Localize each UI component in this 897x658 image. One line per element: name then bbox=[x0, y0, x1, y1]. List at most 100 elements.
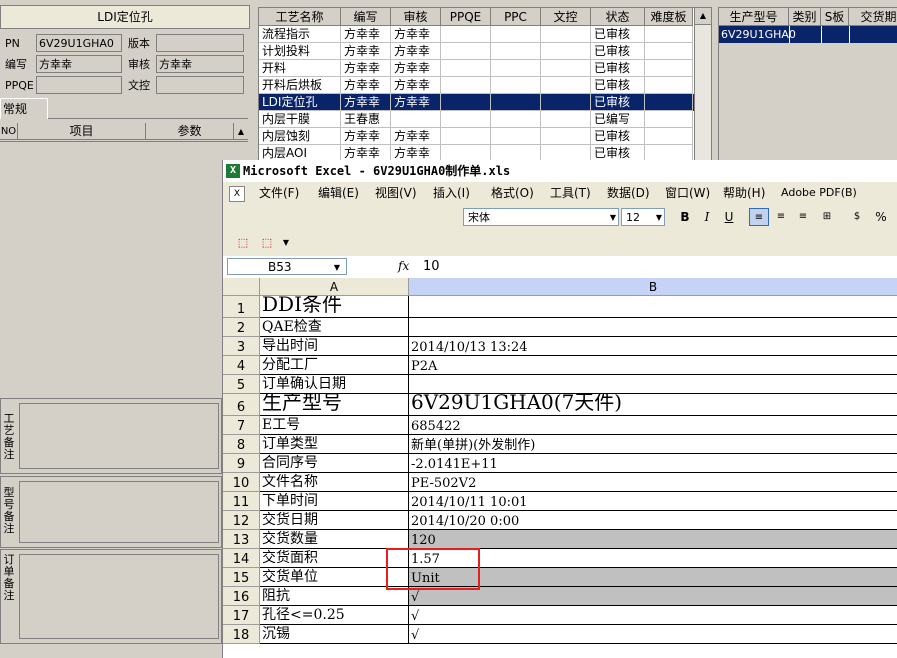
table-row[interactable]: 内层蚀刻 方幸幸 方幸幸 已审核 bbox=[259, 128, 711, 145]
param-grid-body[interactable] bbox=[0, 141, 248, 392]
table-row[interactable]: 流程指示 方幸幸 方幸幸 已审核 bbox=[259, 26, 711, 43]
row-number[interactable]: 11 bbox=[223, 492, 260, 511]
proc-col-ppc[interactable]: PPC bbox=[491, 8, 541, 26]
cell-b[interactable]: 685422 bbox=[409, 416, 897, 435]
cell-a[interactable]: QAE检查 bbox=[260, 318, 409, 337]
formula-input[interactable]: 10 bbox=[423, 259, 440, 274]
cell-b[interactable]: 1.57 bbox=[409, 549, 897, 568]
row-number[interactable]: 13 bbox=[223, 530, 260, 549]
table-row[interactable]: 内层干膜 王春惠 已编写 bbox=[259, 111, 711, 128]
chevron-down-icon[interactable]: ▼ bbox=[656, 209, 662, 227]
cell-b[interactable]: √ bbox=[409, 606, 897, 625]
row-number[interactable]: 4 bbox=[223, 356, 260, 375]
align-left-icon[interactable]: ≡ bbox=[749, 208, 769, 226]
cell-a[interactable]: 沉锡 bbox=[260, 625, 409, 644]
scroll-up-icon[interactable]: ▲ bbox=[234, 123, 248, 140]
proc-col-ppqe[interactable]: PPQE bbox=[441, 8, 491, 26]
model-col-delivery[interactable]: 交货期 bbox=[849, 8, 897, 26]
document-icon[interactable]: X bbox=[229, 186, 245, 202]
table-row[interactable]: 开料后烘板 方幸幸 方幸幸 已审核 bbox=[259, 77, 711, 94]
row-number[interactable]: 7 bbox=[223, 416, 260, 435]
cell-b[interactable]: -2.0141E+11 bbox=[409, 454, 897, 473]
select-all-corner[interactable] bbox=[223, 278, 260, 296]
merge-center-icon[interactable]: ⊞ bbox=[817, 208, 837, 226]
row-number[interactable]: 16 bbox=[223, 587, 260, 606]
tab-general[interactable]: 常规 bbox=[0, 98, 48, 119]
chevron-down-icon[interactable]: ▼ bbox=[334, 259, 340, 276]
row-number[interactable]: 1 bbox=[223, 296, 260, 318]
process-scrollbar[interactable]: ▲ bbox=[694, 8, 711, 161]
model-col-type[interactable]: 类别 bbox=[789, 8, 821, 26]
cell-a[interactable]: 下单时间 bbox=[260, 492, 409, 511]
toolbar-options-icon[interactable]: ▼ bbox=[281, 234, 291, 252]
cell-a[interactable]: 孔径<=0.25 bbox=[260, 606, 409, 625]
model-col-part[interactable]: 生产型号 bbox=[719, 8, 789, 26]
cell-a[interactable]: 导出时间 bbox=[260, 337, 409, 356]
model-remark-box[interactable] bbox=[19, 481, 219, 543]
chevron-down-icon[interactable]: ▼ bbox=[610, 209, 616, 227]
column-header-b[interactable]: B bbox=[409, 278, 897, 296]
font-name-select[interactable]: 宋体 ▼ bbox=[463, 208, 619, 226]
cell-a[interactable]: 文件名称 bbox=[260, 473, 409, 492]
row-number[interactable]: 9 bbox=[223, 454, 260, 473]
cell-b[interactable]: 2014/10/20 0:00 bbox=[409, 511, 897, 530]
row-number[interactable]: 3 bbox=[223, 337, 260, 356]
pn-field[interactable]: 6V29U1GHA0 bbox=[36, 34, 122, 52]
table-row[interactable]: 开料 方幸幸 方幸幸 已审核 bbox=[259, 60, 711, 77]
percent-icon[interactable]: % bbox=[871, 208, 891, 226]
scroll-up-icon[interactable]: ▲ bbox=[695, 8, 711, 25]
row-number[interactable]: 10 bbox=[223, 473, 260, 492]
excel-titlebar[interactable]: X Microsoft Excel - 6V29U1GHA0制作单.xls bbox=[223, 160, 897, 182]
table-row[interactable]: 计划投料 方幸幸 方幸幸 已审核 bbox=[259, 43, 711, 60]
ppqe-field[interactable] bbox=[36, 76, 122, 94]
align-right-icon[interactable]: ≡ bbox=[793, 208, 813, 226]
version-field[interactable] bbox=[156, 34, 244, 52]
name-box[interactable]: B53 ▼ bbox=[227, 258, 347, 275]
doc-field[interactable] bbox=[156, 76, 244, 94]
spreadsheet-grid[interactable]: A B 1 DDI条件 2 QAE检查 3 导出时间 2014/10/13 13:24 4 分配… bbox=[223, 278, 897, 658]
menu-insert[interactable]: 插入(I) bbox=[433, 182, 470, 204]
menu-view[interactable]: 视图(V) bbox=[375, 182, 417, 204]
align-center-icon[interactable]: ≡ bbox=[771, 208, 791, 226]
menu-edit[interactable]: 编辑(E) bbox=[318, 182, 359, 204]
menu-tools[interactable]: 工具(T) bbox=[550, 182, 591, 204]
review-field[interactable]: 方幸幸 bbox=[156, 55, 244, 73]
column-header-a[interactable]: A bbox=[260, 278, 409, 296]
row-number[interactable]: 2 bbox=[223, 318, 260, 337]
proc-col-status[interactable]: 状态 bbox=[591, 8, 645, 26]
menu-format[interactable]: 格式(O) bbox=[491, 182, 534, 204]
row-number[interactable]: 18 bbox=[223, 625, 260, 644]
row-number[interactable]: 5 bbox=[223, 375, 260, 394]
menu-adobe-pdf[interactable]: Adobe PDF(B) bbox=[781, 182, 857, 204]
pdf-email-icon[interactable]: ⬚ bbox=[257, 234, 277, 252]
cell-b[interactable]: PE-502V2 bbox=[409, 473, 897, 492]
grid-col-no[interactable]: NO bbox=[0, 123, 18, 140]
cell-a[interactable]: DDI条件 bbox=[260, 296, 409, 318]
cell-a[interactable]: 订单确认日期 bbox=[260, 375, 409, 394]
cell-b[interactable]: P2A bbox=[409, 356, 897, 375]
underline-icon[interactable]: U bbox=[719, 208, 739, 226]
proc-col-author[interactable]: 编写 bbox=[341, 8, 391, 26]
grid-col-param[interactable]: 参数 bbox=[146, 123, 234, 140]
menu-help[interactable]: 帮助(H) bbox=[723, 182, 765, 204]
row-number[interactable]: 6 bbox=[223, 394, 260, 416]
row-number[interactable]: 14 bbox=[223, 549, 260, 568]
bold-icon[interactable]: B bbox=[675, 208, 695, 226]
cell-b[interactable]: 6V29U1GHA0(7天件) bbox=[409, 394, 897, 416]
menu-file[interactable]: 文件(F) bbox=[259, 182, 299, 204]
cell-a[interactable]: E工号 bbox=[260, 416, 409, 435]
proc-col-doc[interactable]: 文控 bbox=[541, 8, 591, 26]
cell-b[interactable] bbox=[409, 296, 897, 318]
cell-b[interactable]: Unit bbox=[409, 568, 897, 587]
grid-col-item[interactable]: 项目 bbox=[18, 123, 146, 140]
font-size-select[interactable]: 12 ▼ bbox=[621, 208, 665, 226]
cell-b[interactable]: 120 bbox=[409, 530, 897, 549]
cell-a[interactable]: 交货数量 bbox=[260, 530, 409, 549]
cell-a[interactable]: 分配工厂 bbox=[260, 356, 409, 375]
cell-a[interactable]: 生产型号 bbox=[260, 394, 409, 416]
cell-b[interactable]: √ bbox=[409, 625, 897, 644]
model-row-selected[interactable]: 6V29U1GHA0 bbox=[719, 26, 897, 43]
proc-col-review[interactable]: 审核 bbox=[391, 8, 441, 26]
italic-icon[interactable]: I bbox=[697, 208, 717, 226]
row-number[interactable]: 17 bbox=[223, 606, 260, 625]
